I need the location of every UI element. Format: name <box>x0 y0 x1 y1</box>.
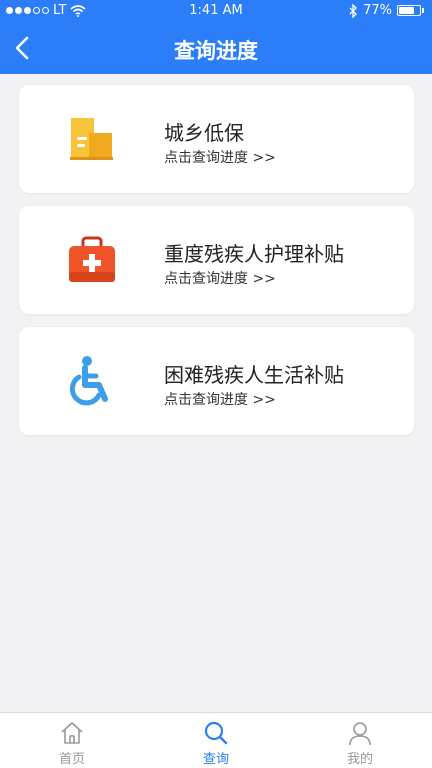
tab-label: 首页 <box>58 752 85 767</box>
card-severe-disability-care-subsidy[interactable]: 重度残疾人护理补贴 点击查询进度 >> <box>19 206 414 314</box>
card-title: 城乡低保 <box>164 121 244 145</box>
card-title: 困难残疾人生活补贴 <box>164 363 344 387</box>
battery-percentage: 77% <box>363 3 392 18</box>
page-title: 查询进度 <box>174 39 258 63</box>
tab-home[interactable]: 首页 <box>0 713 144 768</box>
bluetooth-icon <box>349 3 358 18</box>
card-disabled-living-subsidy[interactable]: 困难残疾人生活补贴 点击查询进度 >> <box>19 327 414 435</box>
folder-icon <box>70 118 113 160</box>
tab-bar: 首页 查询 我的 <box>0 712 432 768</box>
card-subtitle-link[interactable]: 点击查询进度 >> <box>164 268 276 288</box>
card-subtitle-link[interactable]: 点击查询进度 >> <box>164 389 276 409</box>
wheelchair-icon <box>69 356 108 406</box>
card-title: 重度残疾人护理补贴 <box>164 242 344 266</box>
user-icon <box>349 722 371 746</box>
tab-search[interactable]: 查询 <box>144 713 288 768</box>
search-icon <box>204 721 228 745</box>
card-subtitle-link[interactable]: 点击查询进度 >> <box>164 147 276 167</box>
tab-mine[interactable]: 我的 <box>288 713 432 768</box>
navigation-bar: 查询进度 <box>0 22 432 74</box>
status-right: 77% <box>349 3 424 18</box>
tab-label: 查询 <box>202 752 229 767</box>
battery-icon <box>397 5 421 16</box>
status-bar: LT 1:41 AM 77% <box>0 0 432 22</box>
card-urban-rural-subsistence[interactable]: 城乡低保 点击查询进度 >> <box>19 85 414 193</box>
tab-label: 我的 <box>346 752 373 767</box>
first-aid-kit-icon <box>69 236 115 282</box>
home-icon <box>61 722 83 744</box>
header: LT 1:41 AM 77% 查询进度 <box>0 0 432 74</box>
